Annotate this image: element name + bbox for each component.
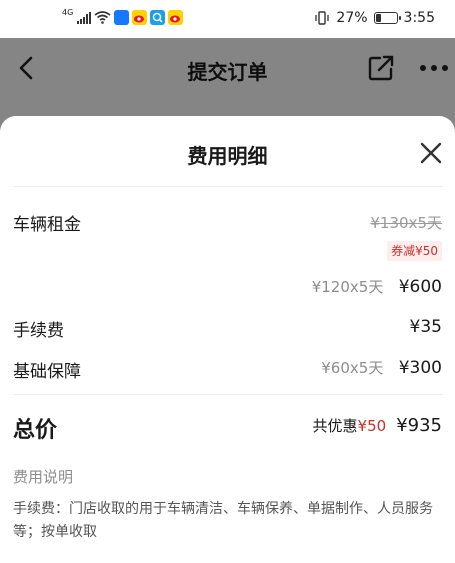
fee-amount: ¥35 [409,317,442,337]
network-type: 4G [62,7,74,17]
signal-icon [77,11,92,24]
rent-amount: ¥600 [398,277,442,297]
saving-label: 共优惠 [312,417,358,435]
fee-note-text: 手续费：门店收取的用于车辆清洁、车辆保养、单据制作、人员服务等；按单收取 [13,501,433,540]
clock: 3:55 [403,10,435,26]
weibo-app-icon [168,10,184,25]
rent-unit-price: ¥120x5天 [311,278,384,296]
insurance-unit-price: ¥60x5天 [321,359,384,377]
close-icon[interactable] [418,140,444,166]
status-right: 27% 3:55 [314,10,435,26]
vibrate-icon [315,11,330,25]
fee-note-title: 费用说明 [13,468,74,486]
divider [13,394,443,395]
insurance-label: 基础保障 [13,362,81,382]
saving-amount: ¥50 [357,417,387,435]
status-bar: 4G 27% 3:55 [0,0,455,38]
total-label: 总价 [13,418,58,443]
fee-label: 手续费 [13,321,64,341]
search-app-icon [150,10,166,25]
rent-label: 车辆租金 [13,215,81,235]
rent-original-price: ¥130x5天 [370,214,442,232]
rent-row-right: ¥120x5天 ¥600 [312,276,442,297]
alipay-app-icon [114,10,130,25]
total-amount: ¥935 [396,415,442,436]
wifi-icon [94,11,111,24]
divider [13,186,443,187]
battery-fill [375,14,381,22]
sheet-title: 费用明细 [187,144,268,168]
battery-icon [373,12,401,24]
weibo-app-icon [132,10,148,25]
insurance-amount: ¥300 [398,358,442,378]
battery-percent: 27% [336,10,368,26]
coupon-badge: 券减¥50 [387,241,442,261]
fee-detail-sheet: 费用明细 车辆租金 ¥130x5天 券减¥50 ¥120x5天 ¥600 手续费… [0,116,455,563]
insurance-row-right: ¥60x5天 ¥300 [321,357,442,378]
status-left: 4G [62,7,184,25]
total-row-right: 共优惠¥50 ¥935 [313,415,442,436]
